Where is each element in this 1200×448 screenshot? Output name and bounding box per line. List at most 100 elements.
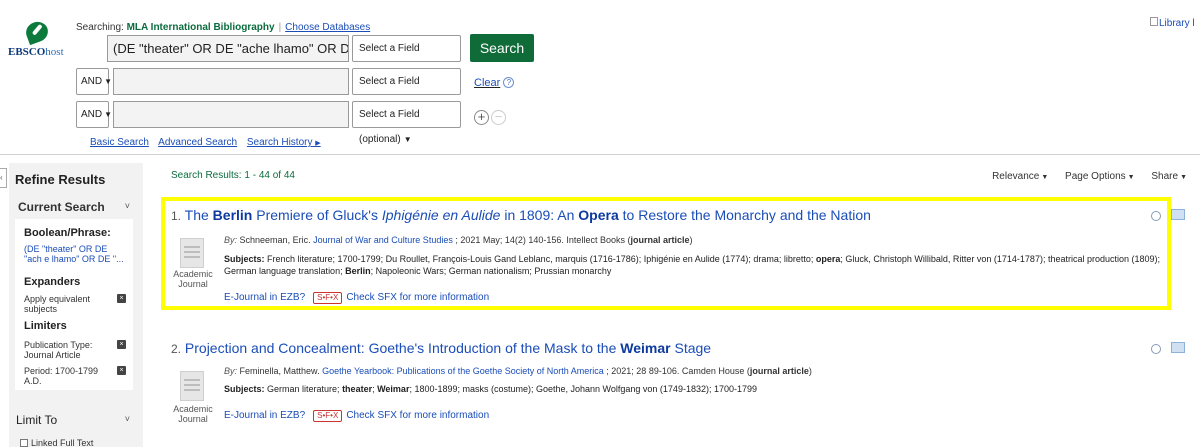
expanders-heading: Expanders <box>24 276 81 288</box>
triangle-right-icon: ▶ <box>315 140 321 147</box>
database-name: MLA International Bibliography <box>126 22 275 33</box>
add-to-folder-icon[interactable] <box>1171 209 1185 220</box>
citation-end: ) <box>689 235 693 245</box>
pub-type-caption: Academic Journal <box>173 269 213 289</box>
limit-to-toggle[interactable]: Limit To ˅ <box>16 413 130 427</box>
subjects-label: Subjects: <box>224 254 265 264</box>
journal-link[interactable]: Goethe Yearbook: Publications of the Goe… <box>322 366 604 376</box>
add-row-icon[interactable]: + <box>474 110 489 125</box>
remove-expander-icon[interactable]: × <box>117 294 126 303</box>
chevron-down-icon: ▼ <box>1041 174 1049 181</box>
text-segment: Stage <box>670 340 712 356</box>
broken-image-icon <box>1150 17 1158 26</box>
highlighted-term: Weimar <box>620 340 671 356</box>
result-links-2: E-Journal in EZB? S•F•X Check SFX for more… <box>224 410 489 422</box>
result-links-1: E-Journal in EZB? S•F•X Check SFX for more… <box>224 292 489 304</box>
preview-magnifier-icon[interactable] <box>1151 344 1161 354</box>
search-header: EBSCOhost Searching: MLA International B… <box>0 0 1200 155</box>
collapse-sidebar-icon[interactable]: ‹ <box>0 168 7 188</box>
result-title-text: The Berlin Premiere of Gluck's Iphigénie… <box>185 207 871 223</box>
boolean-select-2[interactable]: AND ▼ <box>76 68 113 95</box>
chevron-down-icon: ˅ <box>124 201 130 211</box>
share-label: Share <box>1151 171 1179 182</box>
field-select-3[interactable]: Select a Field (optional) ▼ <box>352 101 461 145</box>
sfx-logo-icon[interactable]: S•F•X <box>313 410 343 422</box>
sfx-link[interactable]: Check SFX for more information <box>346 292 489 303</box>
result-subjects-2: Subjects: German literature; theater; We… <box>224 383 1164 395</box>
highlighted-term: Berlin <box>345 266 371 276</box>
preview-magnifier-icon[interactable] <box>1151 211 1161 221</box>
result-title-2[interactable]: 2. Projection and Concealment: Goethe's … <box>171 340 711 356</box>
share-dropdown[interactable]: Share ▼ <box>1151 171 1187 182</box>
add-to-folder-icon[interactable] <box>1171 342 1185 353</box>
expander-item: Apply equivalent subjects <box>24 294 91 314</box>
chevron-down-icon: ▼ <box>104 77 113 86</box>
document-icon[interactable] <box>180 238 204 268</box>
boolean-select-3[interactable]: AND ▼ <box>76 101 113 128</box>
by-label: By: <box>224 235 238 245</box>
advanced-search-link[interactable]: Advanced Search <box>158 137 237 148</box>
logo-brand: EBSCO <box>8 46 46 58</box>
result-title-1[interactable]: 1. The Berlin Premiere of Gluck's Iphigé… <box>171 207 871 223</box>
result-byline-2: By: Feminella, Matthew. Goethe Yearbook:… <box>224 366 812 376</box>
search-history-link[interactable]: Search History ▶ <box>247 137 321 148</box>
sfx-link[interactable]: Check SFX for more information <box>346 410 489 421</box>
field-select-2[interactable]: Select a Field (optional)▼ <box>352 68 461 112</box>
remove-limiter-icon[interactable]: × <box>117 340 126 349</box>
relevance-dropdown[interactable]: Relevance ▼ <box>992 171 1048 182</box>
basic-search-link[interactable]: Basic Search <box>90 137 149 148</box>
document-icon[interactable] <box>180 371 204 401</box>
journal-link[interactable]: Journal of War and Culture Studies <box>313 235 453 245</box>
search-input-3[interactable] <box>113 101 349 128</box>
clear-link[interactable]: Clear <box>474 77 500 89</box>
chevron-down-icon: ▼ <box>104 110 113 119</box>
author: Feminella, Matthew. <box>239 366 320 376</box>
text-segment: French literature; 1700-1799; Du Roullet… <box>267 254 816 264</box>
logo-suffix: host <box>45 46 64 58</box>
doc-type: journal article <box>630 235 690 245</box>
results-range: 1 - 44 of 44 <box>244 170 295 181</box>
field-select-1[interactable]: Select a Field (optional)▼ <box>352 35 461 79</box>
sfx-logo-icon[interactable]: S•F•X <box>313 292 343 304</box>
searching-label: Searching: <box>76 22 124 33</box>
searching-line: Searching: MLA International Bibliograph… <box>76 22 371 33</box>
boolean-label: AND <box>81 76 103 87</box>
boolean-label: AND <box>81 109 103 120</box>
search-input-2[interactable] <box>113 68 349 95</box>
search-row-1: (DE "theater" OR DE "ache lhamo" OR DE "… <box>76 35 476 79</box>
result-actions-1 <box>1151 209 1189 223</box>
ejournal-link[interactable]: E-Journal in EZB? <box>224 410 305 421</box>
ebscohost-logo[interactable]: EBSCOhost <box>8 18 68 62</box>
page-options-label: Page Options <box>1065 171 1126 182</box>
result-byline-1: By: Schneeman, Eric. Journal of War and … <box>224 235 693 245</box>
pub-type-caption: Academic Journal <box>173 404 213 424</box>
search-input-1[interactable]: (DE "theater" OR DE "ache lhamo" OR DE "… <box>107 35 349 62</box>
search-row-2: AND▼ Select a Field (optional)▼ <box>76 68 476 112</box>
citation: ; 2021 May; 14(2) 140-156. Intellect Boo… <box>455 235 631 245</box>
chevron-down-icon: ▼ <box>1180 174 1187 181</box>
text-segment: The <box>184 207 213 223</box>
current-search-toggle[interactable]: Current Search ˅ <box>18 200 130 214</box>
author: Schneeman, Eric. <box>239 235 311 245</box>
limiter-pub-type: Publication Type: Journal Article <box>24 340 93 360</box>
text-segment: to Restore the Monarchy and the Nation <box>618 207 871 223</box>
subjects-text: French literature; 1700-1799; Du Roullet… <box>224 254 1160 276</box>
result-number: 2. <box>171 342 182 356</box>
library-logo-image[interactable]: Library l <box>1150 17 1200 31</box>
chevron-down-icon: ˅ <box>124 414 130 424</box>
choose-databases-link[interactable]: Choose Databases <box>285 22 370 33</box>
remove-limiter-icon[interactable]: × <box>117 366 126 375</box>
citation: ; 2021; 28 89-106. Camden House ( <box>606 366 750 376</box>
clear-area: Clear? <box>474 77 515 89</box>
help-icon[interactable]: ? <box>503 77 515 88</box>
limiter-period: Period: 1700-1799 A.D. <box>24 366 99 386</box>
page-options-dropdown[interactable]: Page Options ▼ <box>1065 171 1135 182</box>
header-divider <box>0 154 1200 155</box>
highlighted-term: Berlin <box>212 207 253 223</box>
text-segment: German literature; <box>267 384 343 394</box>
search-button[interactable]: Search <box>470 34 534 62</box>
result-number: 1. <box>171 209 182 223</box>
ejournal-link[interactable]: E-Journal in EZB? <box>224 292 305 303</box>
remove-row-icon[interactable]: − <box>491 110 506 125</box>
boolean-value-link[interactable]: (DE "theater" OR DE "ach e lhamo" OR DE … <box>24 244 124 264</box>
